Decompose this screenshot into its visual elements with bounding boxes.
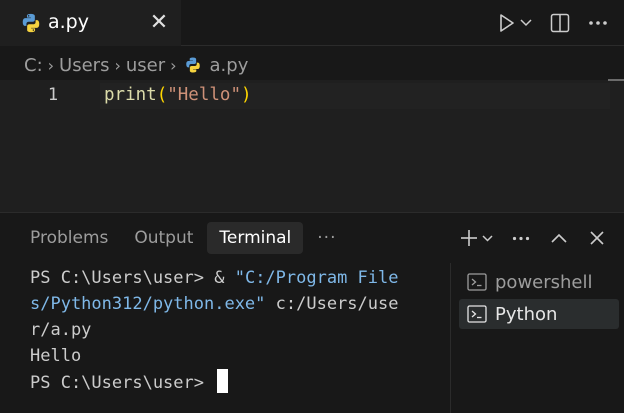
line-number: 1 <box>47 85 59 105</box>
panel-actions <box>458 225 608 251</box>
terminal-line: PS C:\Users\user> <box>30 369 440 396</box>
python-icon <box>22 13 40 33</box>
breadcrumb-item-user[interactable]: user <box>126 55 165 76</box>
breadcrumb-item-file[interactable]: a.py <box>210 55 249 76</box>
plus-icon[interactable] <box>458 226 480 250</box>
more-icon[interactable] <box>510 226 532 250</box>
more-icon[interactable] <box>586 11 610 35</box>
tab-terminal[interactable]: Terminal <box>207 222 304 254</box>
command-arg: r/a.py <box>30 320 92 340</box>
terminal-line: r/a.py <box>30 317 440 343</box>
token-string: "Hello" <box>167 85 241 105</box>
chevron-down-icon[interactable] <box>480 226 494 250</box>
token-paren-close: ) <box>241 85 252 105</box>
close-icon[interactable] <box>586 226 608 250</box>
breadcrumb-item-users[interactable]: Users <box>59 55 109 76</box>
terminal-item-label: powershell <box>495 271 593 293</box>
command-path: "C:/Program File <box>234 268 399 288</box>
minimap-slider[interactable] <box>608 79 624 81</box>
terminal-line: PS C:\Users\user> & "C:/Program File <box>30 265 440 291</box>
chevron-right-icon: › <box>170 55 177 75</box>
tab-bar: a.py ✕ <box>0 0 624 46</box>
run-icon[interactable] <box>496 11 518 35</box>
terminal-list: powershell Python <box>450 263 624 413</box>
terminal-output[interactable]: PS C:\Users\user> & "C:/Program File s/P… <box>30 265 440 396</box>
prompt: PS C:\Users\user> <box>30 373 215 393</box>
terminal-icon <box>467 273 487 291</box>
terminal-line: s/Python312/python.exe" c:/Users/use <box>30 291 440 317</box>
split-editor-icon[interactable] <box>548 11 572 35</box>
more-icon[interactable]: ··· <box>305 222 348 254</box>
command-path: s/Python312/python.exe" <box>30 294 266 314</box>
terminal-cursor <box>217 369 229 393</box>
token-paren-open: ( <box>156 85 168 105</box>
tab-problems[interactable]: Problems <box>18 222 120 254</box>
code-line[interactable]: print("Hello") <box>104 85 252 105</box>
terminal-item-label: Python <box>495 303 558 325</box>
editor-actions <box>496 9 610 37</box>
close-icon[interactable]: ✕ <box>146 10 172 36</box>
chevron-right-icon: › <box>114 55 121 75</box>
terminal-item-powershell[interactable]: powershell <box>459 267 619 297</box>
call-operator: & <box>214 268 235 288</box>
terminal-line: Hello <box>30 343 440 369</box>
command-arg: c:/Users/use <box>265 294 399 314</box>
breadcrumb-item-drive[interactable]: C: <box>24 55 43 76</box>
prompt: PS C:\Users\user> <box>30 268 215 288</box>
tab-output[interactable]: Output <box>122 222 205 254</box>
program-output: Hello <box>30 346 82 366</box>
chevron-up-icon[interactable] <box>548 226 570 250</box>
tab-filename: a.py <box>48 11 89 33</box>
terminal-icon <box>467 305 487 323</box>
editor-tab-a-py[interactable]: a.py ✕ <box>0 0 181 46</box>
bottom-panel: Problems Output Terminal ··· PS C:\Users… <box>0 212 624 413</box>
token-function: print <box>104 85 157 105</box>
terminal-item-python[interactable]: Python <box>459 299 619 329</box>
chevron-right-icon: › <box>47 55 55 75</box>
python-icon <box>185 57 200 73</box>
chevron-down-icon[interactable] <box>518 11 534 35</box>
breadcrumb: C: › Users › user › a.py <box>24 52 248 78</box>
code-editor[interactable]: 1 print("Hello") <box>0 80 624 212</box>
panel-tabs: Problems Output Terminal ··· <box>18 221 350 255</box>
